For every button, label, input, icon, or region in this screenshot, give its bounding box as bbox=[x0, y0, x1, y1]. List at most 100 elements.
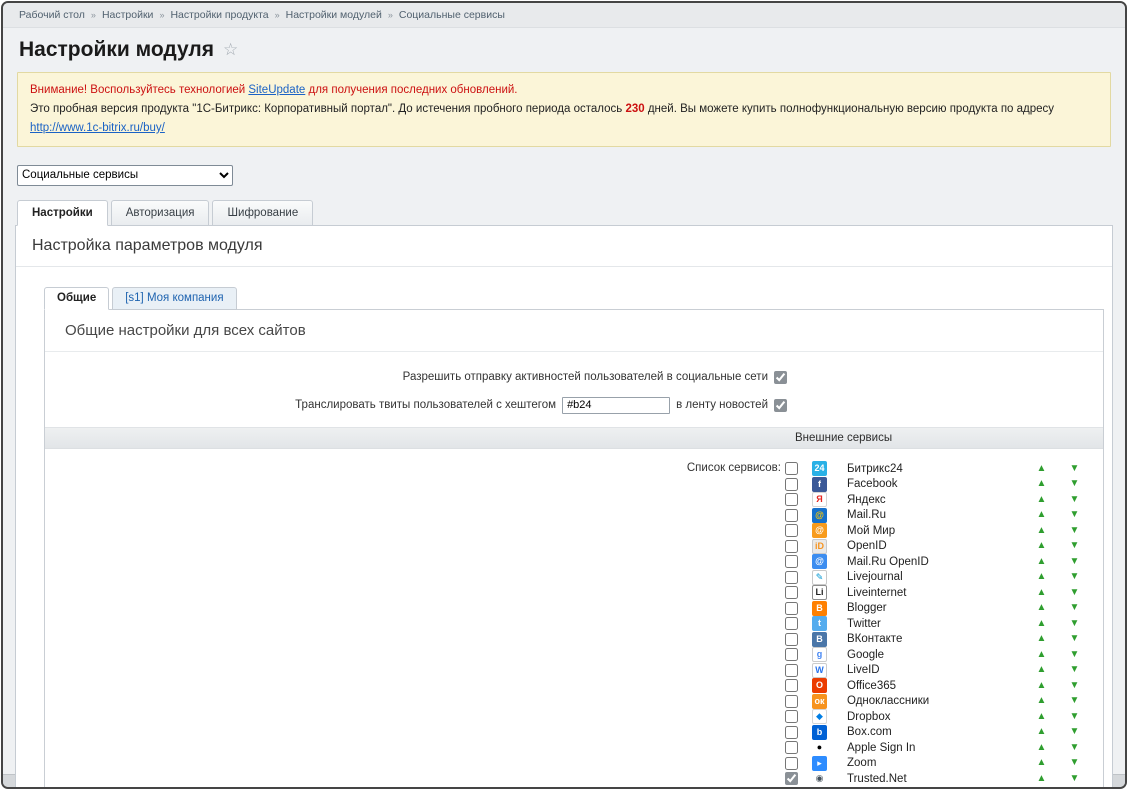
move-up-icon[interactable]: ▲ bbox=[1035, 665, 1048, 675]
favorite-star-icon[interactable]: ☆ bbox=[223, 40, 238, 60]
service-checkbox[interactable] bbox=[785, 540, 798, 553]
service-checkbox[interactable] bbox=[785, 524, 798, 537]
move-up-icon[interactable]: ▲ bbox=[1035, 696, 1048, 706]
service-checkbox[interactable] bbox=[785, 726, 798, 739]
service-row: b Box.com ▲ ▼ bbox=[785, 724, 1081, 740]
move-down-icon[interactable]: ▼ bbox=[1068, 758, 1081, 768]
move-down-icon[interactable]: ▼ bbox=[1068, 681, 1081, 691]
move-up-icon[interactable]: ▲ bbox=[1035, 634, 1048, 644]
service-checkbox[interactable] bbox=[785, 710, 798, 723]
move-down-icon[interactable]: ▼ bbox=[1068, 541, 1081, 551]
service-checkbox[interactable] bbox=[785, 617, 798, 630]
service-name: Twitter bbox=[847, 618, 1035, 630]
move-down-icon[interactable]: ▼ bbox=[1068, 495, 1081, 505]
move-down-icon[interactable]: ▼ bbox=[1068, 774, 1081, 784]
move-up-icon[interactable]: ▲ bbox=[1035, 743, 1048, 753]
service-checkbox[interactable] bbox=[785, 695, 798, 708]
move-up-icon[interactable]: ▲ bbox=[1035, 541, 1048, 551]
move-up-icon[interactable]: ▲ bbox=[1035, 603, 1048, 613]
tweets-checkbox[interactable] bbox=[774, 399, 787, 412]
move-down-icon[interactable]: ▼ bbox=[1068, 572, 1081, 582]
settings-tab[interactable]: Общие bbox=[44, 287, 109, 310]
move-up-icon[interactable]: ▲ bbox=[1035, 479, 1048, 489]
move-down-icon[interactable]: ▼ bbox=[1068, 479, 1081, 489]
move-up-icon[interactable]: ▲ bbox=[1035, 572, 1048, 582]
service-row: ок Одноклассники ▲ ▼ bbox=[785, 693, 1081, 709]
module-tab[interactable]: Авторизация bbox=[111, 200, 210, 226]
service-checkbox[interactable] bbox=[785, 493, 798, 506]
service-icon: @ bbox=[812, 508, 827, 523]
breadcrumb-item[interactable]: Рабочий стол bbox=[19, 9, 85, 21]
move-down-icon[interactable]: ▼ bbox=[1068, 619, 1081, 629]
tweets-row: Транслировать твиты пользователей с хешт… bbox=[45, 396, 1103, 415]
move-up-icon[interactable]: ▲ bbox=[1035, 727, 1048, 737]
move-down-icon[interactable]: ▼ bbox=[1068, 603, 1081, 613]
breadcrumb-item[interactable]: Настройки bbox=[102, 9, 154, 21]
breadcrumb-item[interactable]: Социальные сервисы bbox=[399, 9, 505, 21]
service-name: Одноклассники bbox=[847, 695, 1035, 707]
move-down-icon[interactable]: ▼ bbox=[1068, 727, 1081, 737]
move-down-icon[interactable]: ▼ bbox=[1068, 696, 1081, 706]
move-up-icon[interactable]: ▲ bbox=[1035, 557, 1048, 567]
module-select[interactable]: Социальные сервисы bbox=[17, 165, 233, 186]
service-name: Mail.Ru OpenID bbox=[847, 556, 1035, 568]
service-checkbox[interactable] bbox=[785, 757, 798, 770]
move-up-icon[interactable]: ▲ bbox=[1035, 650, 1048, 660]
move-up-icon[interactable]: ▲ bbox=[1035, 758, 1048, 768]
move-up-icon[interactable]: ▲ bbox=[1035, 681, 1048, 691]
external-services-header: Внешние сервисы bbox=[45, 427, 1103, 449]
allow-activity-checkbox[interactable] bbox=[774, 371, 787, 384]
move-up-icon[interactable]: ▲ bbox=[1035, 712, 1048, 722]
service-checkbox[interactable] bbox=[785, 555, 798, 568]
buy-link[interactable]: http://www.1c-bitrix.ru/buy/ bbox=[30, 122, 165, 134]
move-up-icon[interactable]: ▲ bbox=[1035, 774, 1048, 784]
service-checkbox[interactable] bbox=[785, 679, 798, 692]
service-icon: @ bbox=[812, 554, 827, 569]
service-checkbox[interactable] bbox=[785, 586, 798, 599]
service-icon: ок bbox=[812, 694, 827, 709]
tweets-label: Транслировать твиты пользователей с хешт… bbox=[295, 399, 556, 411]
move-down-icon[interactable]: ▼ bbox=[1068, 510, 1081, 520]
move-up-icon[interactable]: ▲ bbox=[1035, 510, 1048, 520]
service-row: t Twitter ▲ ▼ bbox=[785, 616, 1081, 632]
service-name: Mail.Ru bbox=[847, 509, 1035, 521]
move-up-icon[interactable]: ▲ bbox=[1035, 588, 1048, 598]
service-checkbox[interactable] bbox=[785, 648, 798, 661]
hashtag-input[interactable] bbox=[562, 397, 670, 414]
move-up-icon[interactable]: ▲ bbox=[1035, 619, 1048, 629]
service-checkbox[interactable] bbox=[785, 571, 798, 584]
move-down-icon[interactable]: ▼ bbox=[1068, 526, 1081, 536]
service-checkbox[interactable] bbox=[785, 462, 798, 475]
service-checkbox[interactable] bbox=[785, 478, 798, 491]
service-name: LiveID bbox=[847, 664, 1035, 676]
service-icon: @ bbox=[812, 523, 827, 538]
move-down-icon[interactable]: ▼ bbox=[1068, 712, 1081, 722]
move-up-icon[interactable]: ▲ bbox=[1035, 526, 1048, 536]
move-down-icon[interactable]: ▼ bbox=[1068, 665, 1081, 675]
move-down-icon[interactable]: ▼ bbox=[1068, 743, 1081, 753]
trial-text-prefix: Это пробная версия продукта "1С-Битрикс:… bbox=[30, 103, 622, 115]
service-checkbox[interactable] bbox=[785, 633, 798, 646]
move-up-icon[interactable]: ▲ bbox=[1035, 464, 1048, 474]
siteupdate-link[interactable]: SiteUpdate bbox=[248, 84, 305, 96]
move-down-icon[interactable]: ▼ bbox=[1068, 634, 1081, 644]
service-checkbox[interactable] bbox=[785, 602, 798, 615]
settings-tab[interactable]: [s1] Моя компания bbox=[112, 287, 236, 310]
breadcrumb-item[interactable]: Настройки продукта bbox=[170, 9, 268, 21]
service-checkbox[interactable] bbox=[785, 664, 798, 677]
module-tab[interactable]: Настройки bbox=[17, 200, 108, 226]
service-icon: O bbox=[812, 678, 827, 693]
service-checkbox[interactable] bbox=[785, 509, 798, 522]
module-tab[interactable]: Шифрование bbox=[212, 200, 313, 226]
warning-text-suffix: для получения последних обновлений. bbox=[309, 84, 518, 96]
move-down-icon[interactable]: ▼ bbox=[1068, 464, 1081, 474]
service-row: B Blogger ▲ ▼ bbox=[785, 600, 1081, 616]
service-checkbox[interactable] bbox=[785, 772, 798, 785]
service-checkbox[interactable] bbox=[785, 741, 798, 754]
move-up-icon[interactable]: ▲ bbox=[1035, 495, 1048, 505]
services-area: Список сервисов: 24 Битрикс24 ▲ ▼ f Face… bbox=[45, 449, 1103, 789]
move-down-icon[interactable]: ▼ bbox=[1068, 650, 1081, 660]
breadcrumb-item[interactable]: Настройки модулей bbox=[286, 9, 382, 21]
move-down-icon[interactable]: ▼ bbox=[1068, 588, 1081, 598]
move-down-icon[interactable]: ▼ bbox=[1068, 557, 1081, 567]
